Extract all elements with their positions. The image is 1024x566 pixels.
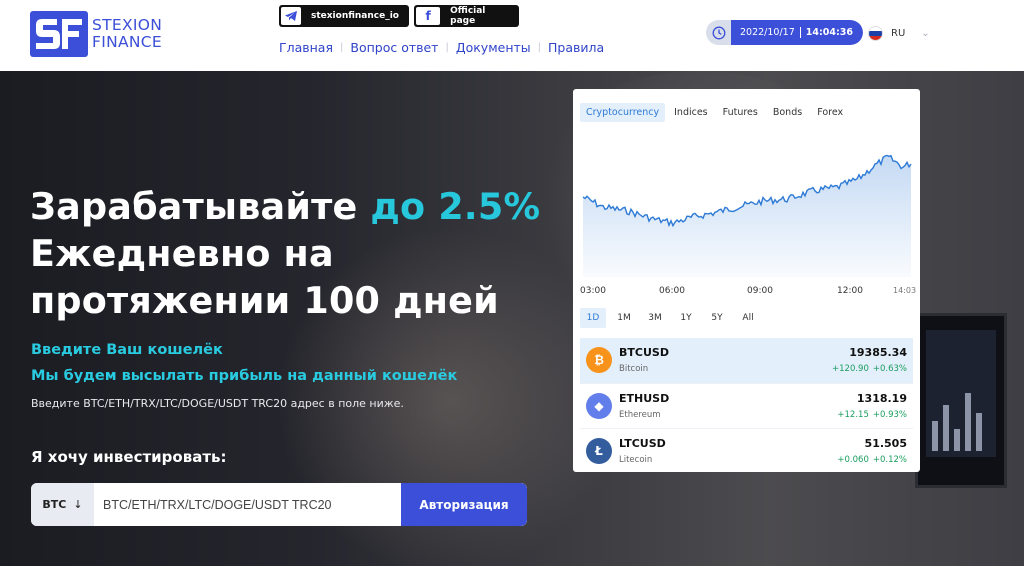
ticker-change-value: +120.90 xyxy=(832,364,869,374)
ticker-name: Ethereum xyxy=(619,410,661,420)
clock-readout: 2022/10/17 14:04:36 xyxy=(731,20,864,45)
brand-logo[interactable]: STEXION FINANCE xyxy=(30,11,162,57)
nav-separator: | xyxy=(537,42,542,53)
hero-subheading: Введите Ваш кошелёк Мы будем высылать пр… xyxy=(31,337,457,389)
headline-part1: Зарабатывайте xyxy=(30,185,358,228)
ticker-change-value: +12.15 xyxy=(837,410,869,420)
background-monitor-image xyxy=(915,313,1007,488)
sparkline-area xyxy=(583,155,911,277)
range-selector: 1D 1M 3M 1Y 5Y All xyxy=(580,308,766,328)
language-switcher[interactable]: RU ⌄ xyxy=(868,26,930,41)
litecoin-icon: Ł xyxy=(586,438,612,464)
ticker-name: Bitcoin xyxy=(619,364,649,374)
headline-line2: Ежедневно на xyxy=(30,232,334,275)
range-1m[interactable]: 1M xyxy=(611,308,637,328)
main-nav: Главная | Вопрос ответ | Документы | Пра… xyxy=(279,40,604,55)
arrow-down-icon: ↓ xyxy=(73,498,83,511)
telegram-icon xyxy=(281,7,301,25)
nav-home[interactable]: Главная xyxy=(279,40,333,55)
tab-forex[interactable]: Forex xyxy=(811,103,849,122)
nav-faq[interactable]: Вопрос ответ xyxy=(350,40,438,55)
ticker-symbol: LTCUSD xyxy=(619,437,666,450)
price-sparkline-chart xyxy=(582,154,912,277)
clock-date: 2022/10/17 xyxy=(740,27,795,38)
bitcoin-icon: ₿ xyxy=(586,347,612,373)
nav-separator: | xyxy=(340,42,344,53)
site-header: STEXION FINANCE stexionfinance_io f Offi… xyxy=(0,0,1024,71)
server-clock: 2022/10/17 14:04:36 xyxy=(706,20,864,45)
headline-highlight: до 2.5% xyxy=(370,185,541,228)
time-tick-label: 09:00 xyxy=(747,286,773,296)
language-code: RU xyxy=(891,28,906,39)
hero-headline: Зарабатывайте до 2.5% Ежедневно на протя… xyxy=(30,183,540,324)
brand-name: STEXION FINANCE xyxy=(92,17,162,51)
coin-select-value: BTC xyxy=(42,498,67,511)
ticker-change-value: +0.060 xyxy=(837,455,869,465)
tab-indices[interactable]: Indices xyxy=(668,103,714,122)
time-tick-label: 06:00 xyxy=(659,286,685,296)
wallet-address-input[interactable] xyxy=(94,483,401,526)
headline-line3: протяжении 100 дней xyxy=(30,279,499,322)
range-1y[interactable]: 1Y xyxy=(673,308,699,328)
ticker-change-percent: +0.12% xyxy=(872,455,907,465)
ticker-price: 19385.34 xyxy=(849,346,907,359)
ticker-change-percent: +0.93% xyxy=(872,410,907,420)
ticker-price: 1318.19 xyxy=(856,392,907,405)
clock-time: 14:04:36 xyxy=(799,27,853,38)
coin-select[interactable]: BTC ↓ xyxy=(31,483,94,526)
market-tabs: Cryptocurrency Indices Futures Bonds Forex xyxy=(580,103,852,122)
ticker-price: 51.505 xyxy=(864,437,907,450)
logo-mark-icon xyxy=(30,11,88,57)
range-all[interactable]: All xyxy=(735,308,761,328)
clock-icon xyxy=(706,20,731,45)
authorize-button[interactable]: Авторизация xyxy=(401,483,527,526)
tab-futures[interactable]: Futures xyxy=(717,103,764,122)
ticker-list: ₿ BTCUSD Bitcoin 19385.34 +120.90 +0.63% ◆ ETHU… xyxy=(580,338,913,472)
ticker-row[interactable]: ◆ ETHUSD Ethereum 1318.19 +12.15 +0.93% xyxy=(580,383,913,428)
tab-bonds[interactable]: Bonds xyxy=(767,103,808,122)
facebook-link[interactable]: f Official page xyxy=(414,5,519,27)
time-axis: 03:00 06:00 09:00 12:00 14:03 xyxy=(573,286,920,298)
brand-line2: FINANCE xyxy=(92,33,162,51)
subheading-line2: Мы будем высылать прибыль на данный коше… xyxy=(31,368,458,384)
telegram-label: stexionfinance_io xyxy=(310,11,399,21)
ethereum-icon: ◆ xyxy=(586,393,612,419)
ticker-symbol: BTCUSD xyxy=(619,346,669,359)
nav-separator: | xyxy=(445,42,449,53)
ticker-change: +0.060 +0.12% xyxy=(837,455,907,465)
nav-documents[interactable]: Документы xyxy=(456,40,531,55)
time-tick-label: 03:00 xyxy=(580,286,606,296)
ticker-change: +120.90 +0.63% xyxy=(832,364,907,374)
market-overview-widget: Cryptocurrency Indices Futures Bonds Forex 0… xyxy=(573,89,920,472)
facebook-icon: f xyxy=(416,7,441,25)
tab-cryptocurrency[interactable]: Cryptocurrency xyxy=(580,103,666,122)
russian-flag-icon xyxy=(868,26,883,41)
range-1d[interactable]: 1D xyxy=(580,308,606,328)
ticker-symbol: ETHUSD xyxy=(619,392,670,405)
wallet-form: BTC ↓ Авторизация xyxy=(31,483,527,526)
invest-label: Я хочу инвестировать: xyxy=(31,448,227,466)
facebook-label: Official page xyxy=(450,6,486,26)
range-5y[interactable]: 5Y xyxy=(704,308,730,328)
ticker-row[interactable]: Ł LTCUSD Litecoin 51.505 +0.060 +0.12% xyxy=(580,428,913,472)
nav-rules[interactable]: Правила xyxy=(548,40,604,55)
time-tick-label: 14:03 xyxy=(893,286,917,295)
chevron-down-icon: ⌄ xyxy=(921,28,930,39)
brand-line1: STEXION xyxy=(92,16,163,34)
ticker-change-percent: +0.63% xyxy=(872,364,907,374)
subheading-line1: Введите Ваш кошелёк xyxy=(31,342,223,358)
ticker-row[interactable]: ₿ BTCUSD Bitcoin 19385.34 +120.90 +0.63% xyxy=(580,338,913,383)
ticker-name: Litecoin xyxy=(619,455,653,465)
range-3m[interactable]: 3M xyxy=(642,308,668,328)
telegram-link[interactable]: stexionfinance_io xyxy=(279,5,409,27)
time-tick-label: 12:00 xyxy=(837,286,863,296)
address-hint: Введите BTC/ETH/TRX/LTC/DOGE/USDT TRC20 … xyxy=(31,397,404,410)
ticker-change: +12.15 +0.93% xyxy=(837,410,907,420)
